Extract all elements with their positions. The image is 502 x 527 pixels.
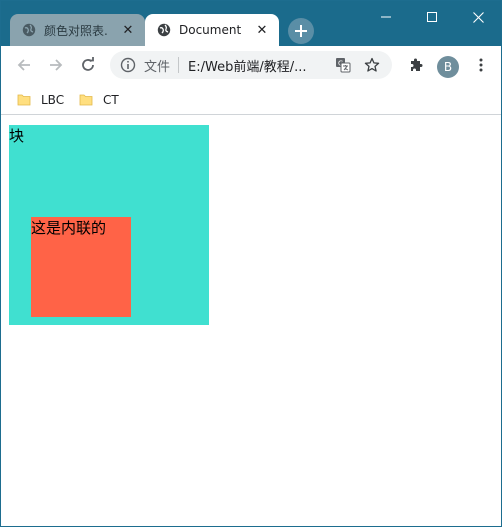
forward-arrow-icon [50,59,63,71]
folder-icon [17,94,31,106]
menu-button[interactable] [467,51,495,79]
tab-document[interactable]: Document ✕ [145,14,279,46]
folder-icon [79,94,93,106]
back-button[interactable] [10,51,38,79]
plus-icon [295,25,307,37]
tab-strip: 颜色对照表. ✕ Document ✕ [1,1,501,46]
maximize-icon [427,12,437,22]
reload-button[interactable] [74,51,102,79]
reload-icon [82,57,94,71]
close-icon[interactable]: ✕ [119,21,137,39]
minimize-icon [381,16,391,18]
bookmark-lbc[interactable]: LBC [17,91,64,109]
maximize-button[interactable] [409,1,455,33]
tab-title: Document [179,23,242,37]
address-bar[interactable]: 文件 E:/Web前端/教程/... G [110,51,392,79]
star-icon[interactable] [363,56,381,74]
globe-icon [22,23,36,37]
info-icon[interactable] [120,57,136,73]
tab-color-table[interactable]: 颜色对照表. ✕ [10,14,145,46]
back-arrow-icon [17,59,30,71]
inline-text: 这是内联的 [31,219,107,237]
divider [178,57,180,73]
inline-box: 这是内联的 [31,217,131,317]
profile-avatar[interactable]: B [437,56,459,78]
bookmarks-bar: LBC CT [1,84,501,115]
browser-toolbar: 文件 E:/Web前端/教程/... G B [1,46,501,84]
new-tab-button[interactable] [288,18,314,44]
window-close-button[interactable] [455,1,501,33]
puzzle-icon [411,58,423,71]
scheme-label: 文件 [144,59,171,75]
block-text: 块 [9,127,25,145]
bookmark-label: LBC [41,93,65,107]
translate-icon[interactable]: G [334,56,352,74]
bookmark-ct[interactable]: CT [79,91,119,109]
bookmark-label: CT [103,93,119,107]
extensions-button[interactable] [402,51,430,79]
url-text[interactable]: E:/Web前端/教程/... [188,56,334,75]
close-icon[interactable]: ✕ [253,21,271,39]
globe-icon [157,23,171,37]
browser-window: 颜色对照表. ✕ Document ✕ 文件 E:/Web前端/教程/... B… [0,0,502,527]
minimize-button[interactable] [363,1,409,33]
page-viewport: 块 这是内联的 [1,116,501,526]
forward-button[interactable] [42,51,70,79]
close-icon [472,11,484,23]
kebab-menu-icon [479,58,483,72]
block-box: 块 这是内联的 [9,125,209,325]
tab-title: 颜色对照表. [44,23,108,38]
